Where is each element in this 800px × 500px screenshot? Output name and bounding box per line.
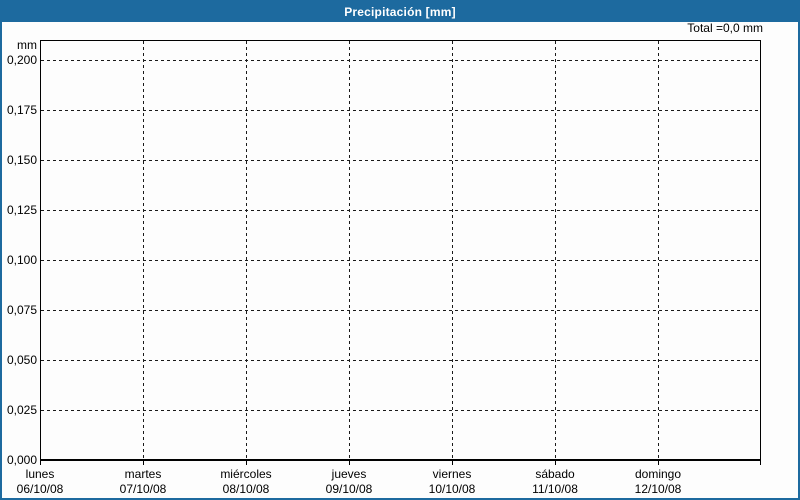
x-axis-tick (246, 461, 247, 465)
v-gridline (143, 41, 144, 459)
x-day-label: lunes (25, 467, 55, 481)
x-axis-tick (658, 461, 659, 465)
h-gridline (41, 260, 760, 261)
x-tick-label: sábado 11/10/08 (504, 467, 606, 497)
x-tick-label: domingo 12/10/08 (607, 467, 709, 497)
x-tick-label: viernes 10/10/08 (401, 467, 503, 497)
y-tick-label: 0,150 (6, 153, 37, 167)
x-axis-tick (40, 461, 41, 465)
chart-title: Precipitación [mm] (344, 5, 456, 19)
chart-window: Precipitación [mm] Total =0,0 mm mm 0,20… (0, 0, 800, 500)
y-tick-label: 0,175 (6, 103, 37, 117)
x-day-label: jueves (331, 467, 367, 481)
x-date-label: 08/10/08 (222, 482, 270, 496)
y-axis-unit-label: mm (17, 38, 37, 52)
y-tick-label: 0,100 (6, 253, 37, 267)
h-gridline (41, 110, 760, 111)
v-gridline (658, 41, 659, 459)
x-axis-tick (452, 461, 453, 465)
x-day-label: domingo (634, 467, 682, 481)
x-axis-tick (143, 461, 144, 465)
y-tick-label: 0,200 (6, 53, 37, 67)
h-gridline (41, 360, 760, 361)
x-date-label: 09/10/08 (325, 482, 373, 496)
h-gridline (41, 310, 760, 311)
h-gridline (41, 210, 760, 211)
chart-title-bar: Precipitación [mm] (2, 2, 798, 22)
h-gridline (41, 60, 760, 61)
y-tick-label: 0,000 (6, 453, 37, 467)
y-tick-label: 0,025 (6, 403, 37, 417)
x-axis-tick (760, 461, 761, 465)
v-gridline (349, 41, 350, 459)
x-axis-tick (555, 461, 556, 465)
x-tick-label: lunes 06/10/08 (2, 467, 91, 497)
y-tick-label: 0,050 (6, 353, 37, 367)
y-tick-label: 0,075 (6, 303, 37, 317)
x-date-label: 10/10/08 (428, 482, 476, 496)
v-gridline (555, 41, 556, 459)
x-day-label: sábado (535, 467, 575, 481)
x-date-label: 12/10/08 (634, 482, 682, 496)
x-axis-tick (349, 461, 350, 465)
x-day-label: viernes (432, 467, 472, 481)
v-gridline (452, 41, 453, 459)
h-gridline (41, 410, 760, 411)
x-tick-label: jueves 09/10/08 (298, 467, 400, 497)
h-gridline (41, 160, 760, 161)
plot-area (40, 40, 761, 461)
total-annotation: Total =0,0 mm (687, 21, 763, 35)
v-gridline (246, 41, 247, 459)
x-tick-label: martes 07/10/08 (92, 467, 194, 497)
x-day-label: miércoles (220, 467, 272, 481)
x-date-label: 06/10/08 (16, 482, 64, 496)
x-date-label: 11/10/08 (532, 482, 578, 496)
x-day-label: martes (124, 467, 162, 481)
y-tick-label: 0,125 (6, 203, 37, 217)
x-date-label: 07/10/08 (119, 482, 167, 496)
x-tick-label: miércoles 08/10/08 (195, 467, 297, 497)
